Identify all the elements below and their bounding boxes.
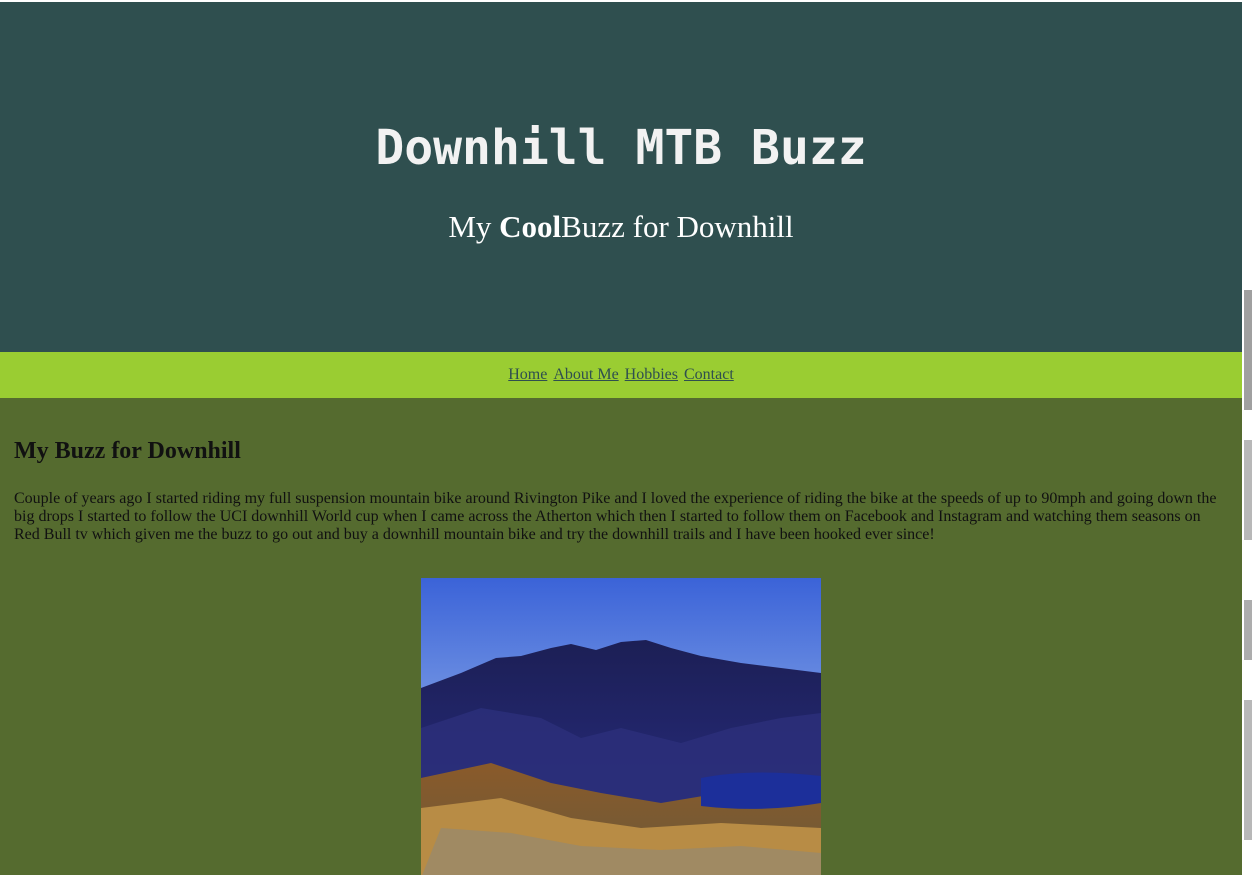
mountain-landscape-photo [421, 578, 821, 875]
main-content: My Buzz for Downhill Couple of years ago… [0, 398, 1242, 875]
site-title: Downhill MTB Buzz [375, 120, 867, 176]
site-tagline: My CoolBuzz for Downhill [0, 209, 1242, 245]
nav-link-about-me[interactable]: About Me [553, 366, 618, 383]
section-paragraph: Couple of years ago I started riding my … [14, 490, 1217, 543]
tagline-prefix: My [448, 209, 500, 244]
tagline-suffix: Buzz for Downhill [561, 209, 794, 244]
nav-bar: Home About Me Hobbies Contact [0, 352, 1242, 398]
photo-container [14, 578, 1228, 875]
nav-link-hobbies[interactable]: Hobbies [625, 366, 678, 383]
page: Downhill MTB Buzz My CoolBuzz for Downhi… [0, 2, 1242, 875]
scrollbar[interactable] [1242, 0, 1252, 875]
nav-link-home[interactable]: Home [508, 366, 547, 383]
nav-link-contact[interactable]: Contact [684, 366, 734, 383]
section-heading: My Buzz for Downhill [14, 438, 241, 464]
tagline-bold: Cool [499, 209, 562, 244]
scrollbar-track [1242, 0, 1252, 875]
site-header: Downhill MTB Buzz My CoolBuzz for Downhi… [0, 2, 1242, 352]
